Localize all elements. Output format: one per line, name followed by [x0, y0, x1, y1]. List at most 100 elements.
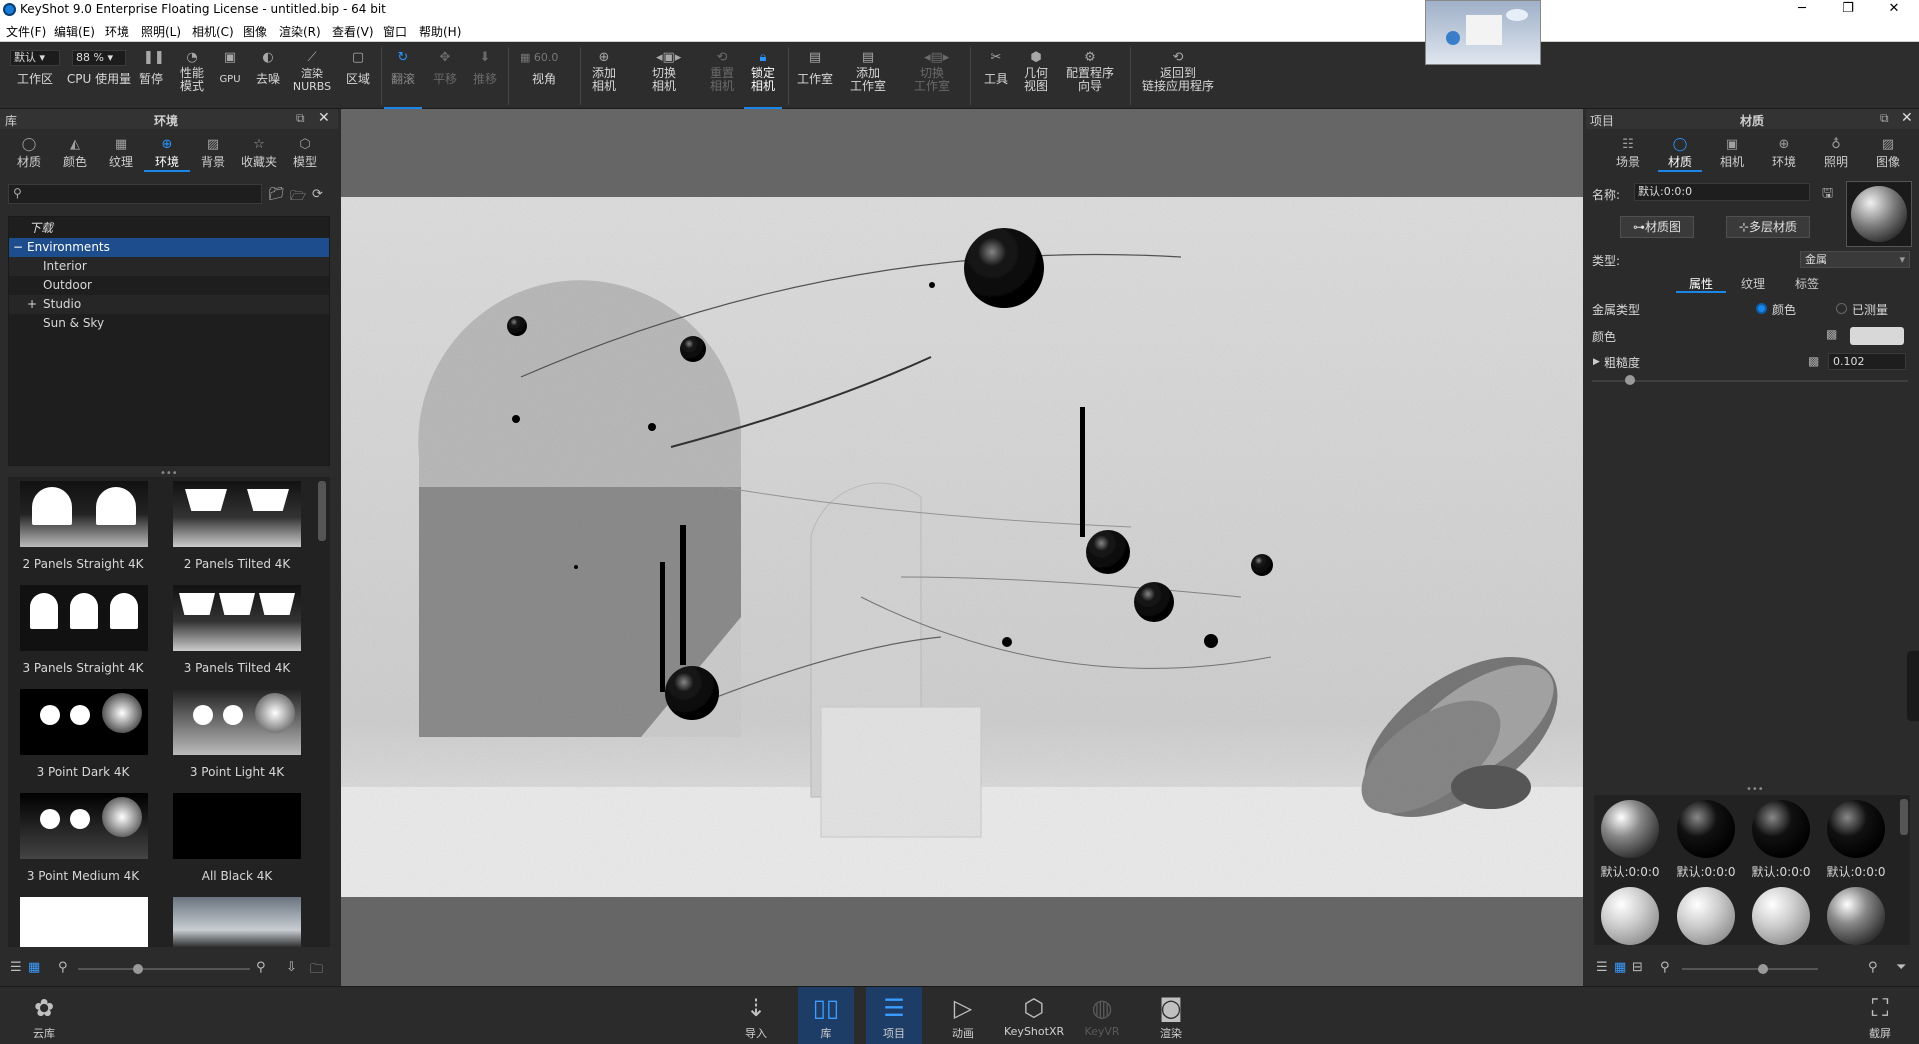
menu-lighting[interactable]: 照明(L) — [141, 23, 181, 40]
material-ball-3[interactable] — [1752, 800, 1810, 858]
save-material-icon[interactable]: 🖫 — [1822, 184, 1833, 206]
undock-icon[interactable]: ⧉ — [296, 111, 305, 126]
import-button[interactable]: ⇣ 导入 — [728, 987, 784, 1044]
material-type-select[interactable]: 金属 ▾ — [1800, 251, 1910, 268]
project-toggle-button[interactable]: ☰ 项目 — [866, 987, 922, 1044]
material-ball-1[interactable] — [1601, 800, 1659, 858]
render-viewport[interactable] — [341, 109, 1583, 986]
studio-button[interactable]: ▤ 工作室 — [794, 43, 836, 109]
switch-studio-button[interactable]: ◂▤▸ 切换 工作室 — [902, 43, 962, 109]
env-thumb-2-panels-straight[interactable] — [20, 481, 148, 547]
tab-environments[interactable]: ⊕ 环境 — [144, 133, 190, 172]
env-thumb-3-panels-tilted[interactable] — [173, 585, 301, 651]
grid-view-icon[interactable]: ▦ — [1614, 960, 1626, 975]
color-swatch[interactable] — [1850, 327, 1904, 345]
radio-color[interactable] — [1756, 303, 1767, 314]
tree-item-environments[interactable]: − Environments — [9, 238, 329, 257]
thumbnail-scrollbar[interactable] — [318, 481, 326, 541]
tree-view-icon[interactable]: ⊟ — [1632, 960, 1643, 975]
material-name-input[interactable]: 默认:0:0:0 — [1634, 183, 1810, 201]
subtab-textures[interactable]: 纹理 — [1730, 275, 1776, 293]
menu-render[interactable]: 渲染(R) — [279, 23, 321, 40]
material-ball-7[interactable] — [1752, 887, 1810, 945]
zoom-in-icon[interactable]: ⚲ — [256, 960, 266, 975]
material-ball-6[interactable] — [1677, 887, 1735, 945]
env-thumb-interior-hdri[interactable] — [173, 897, 301, 947]
cloud-library-button[interactable]: ✿ 云库 — [16, 987, 72, 1044]
library-search-input[interactable]: ⚲ — [8, 184, 262, 204]
tab-image[interactable]: ▨ 图像 — [1866, 133, 1910, 170]
render-button[interactable]: ◙ 渲染 — [1143, 987, 1199, 1044]
import-folder-icon[interactable]: 📁︎ — [268, 187, 285, 202]
material-graph-button[interactable]: ⊶材质图 — [1620, 216, 1694, 238]
menu-edit[interactable]: 编辑(E) — [54, 23, 95, 40]
slider-knob[interactable] — [133, 964, 143, 974]
menu-window[interactable]: 窗口 — [383, 23, 407, 40]
back-to-linked-app-button[interactable]: ⟲ 返回到 链接应用程序 — [1138, 43, 1218, 109]
geometry-view-button[interactable]: ⬢ 几何 视图 — [1018, 43, 1054, 109]
refresh-icon[interactable]: ⟳ — [312, 187, 323, 202]
tools-button[interactable]: ✂ 工具 — [978, 43, 1014, 109]
reset-camera-button[interactable]: ⟲ 重置 相机 — [702, 43, 742, 109]
tab-textures[interactable]: ▦ 纹理 — [98, 133, 144, 170]
expand-toggle-icon[interactable]: + — [27, 295, 37, 314]
menu-image[interactable]: 图像 — [243, 23, 267, 40]
texture-checker-icon[interactable]: ▩ — [1808, 354, 1819, 368]
tumble-button[interactable]: ↻ 翻滚 — [384, 43, 422, 109]
list-view-icon[interactable]: ☰ — [10, 960, 22, 975]
subtab-labels[interactable]: 标签 — [1784, 275, 1830, 293]
material-ball-5[interactable] — [1601, 887, 1659, 945]
dolly-button[interactable]: ⬇ 推移 — [466, 43, 504, 109]
close-button[interactable]: ✕ — [1871, 0, 1917, 20]
workspace-button[interactable]: 工作区 — [10, 43, 60, 109]
tree-item-interior[interactable]: Interior — [9, 257, 329, 276]
close-panel-icon[interactable]: ✕ — [1901, 110, 1913, 126]
tab-lighting[interactable]: ♁ 照明 — [1814, 133, 1858, 170]
menu-file[interactable]: 文件(F) — [6, 23, 46, 40]
roughness-slider-knob[interactable] — [1625, 375, 1635, 385]
restore-button[interactable]: ❐ — [1825, 0, 1871, 20]
collapse-toggle-icon[interactable]: − — [13, 238, 23, 257]
tab-colors[interactable]: ◭ 颜色 — [52, 133, 98, 170]
library-toggle-button[interactable]: ▯▯ 库 — [798, 987, 854, 1044]
slider-knob[interactable] — [1758, 964, 1768, 974]
denoise-button[interactable]: ◐ 去噪 — [250, 43, 286, 109]
roughness-slider[interactable] — [1592, 380, 1908, 382]
gpu-button[interactable]: ▣ GPU — [214, 43, 246, 109]
keyshotxr-button[interactable]: ⬡ KeyShotXR — [1004, 987, 1064, 1044]
grid-view-icon[interactable]: ▦ — [28, 960, 40, 975]
multi-layer-material-button[interactable]: ⊹多层材质 — [1726, 216, 1810, 238]
switch-camera-button[interactable]: ◂▣▸ 切换 相机 — [634, 43, 694, 109]
zoom-in-icon[interactable]: ⚲ — [1868, 960, 1878, 975]
splitter-handle[interactable]: ••• — [1746, 784, 1764, 795]
list-view-icon[interactable]: ☰ — [1596, 960, 1608, 975]
subtab-properties[interactable]: 属性 — [1676, 275, 1726, 293]
tab-camera[interactable]: ▣ 相机 — [1710, 133, 1754, 170]
realtime-render-image[interactable] — [341, 197, 1583, 897]
tab-scene[interactable]: ☷ 场景 — [1606, 133, 1650, 170]
open-folder-icon[interactable]: 🗁 — [290, 187, 306, 209]
texture-checker-icon[interactable]: ▩ — [1826, 327, 1837, 341]
menu-help[interactable]: 帮助(H) — [419, 23, 461, 40]
tree-item-outdoor[interactable]: Outdoor — [9, 276, 329, 295]
env-thumb-3-panels-straight[interactable] — [20, 585, 148, 651]
tab-favorites[interactable]: ☆ 收藏夹 — [236, 133, 282, 170]
side-dock-tab[interactable] — [1907, 651, 1919, 721]
pan-button[interactable]: ✥ 平移 — [426, 43, 464, 109]
env-thumb-all-black[interactable] — [173, 793, 301, 859]
menu-view[interactable]: 查看(V) — [332, 23, 374, 40]
tree-item-sun-sky[interactable]: Sun & Sky — [9, 314, 329, 333]
minimize-button[interactable]: ─ — [1779, 0, 1825, 20]
material-ball-2[interactable] — [1677, 800, 1735, 858]
performance-mode-button[interactable]: ◔ 性能 模式 — [174, 43, 210, 109]
env-thumb-3-point-light[interactable] — [173, 689, 301, 755]
materials-scrollbar[interactable] — [1900, 799, 1908, 835]
tree-item-downloads[interactable]: 下载 — [9, 219, 329, 238]
tab-materials[interactable]: ◯ 材质 — [6, 133, 52, 170]
config-wizard-button[interactable]: ⚙ 配置程序 向导 — [1062, 43, 1118, 109]
keyvr-button[interactable]: ◍ KeyVR — [1074, 987, 1130, 1044]
env-thumb-2-panels-tilted[interactable] — [173, 481, 301, 547]
filter-icon[interactable]: ⏷ — [1896, 960, 1906, 975]
close-panel-icon[interactable]: ✕ — [318, 110, 330, 126]
expand-arrow-icon[interactable]: ▶ — [1593, 357, 1600, 367]
